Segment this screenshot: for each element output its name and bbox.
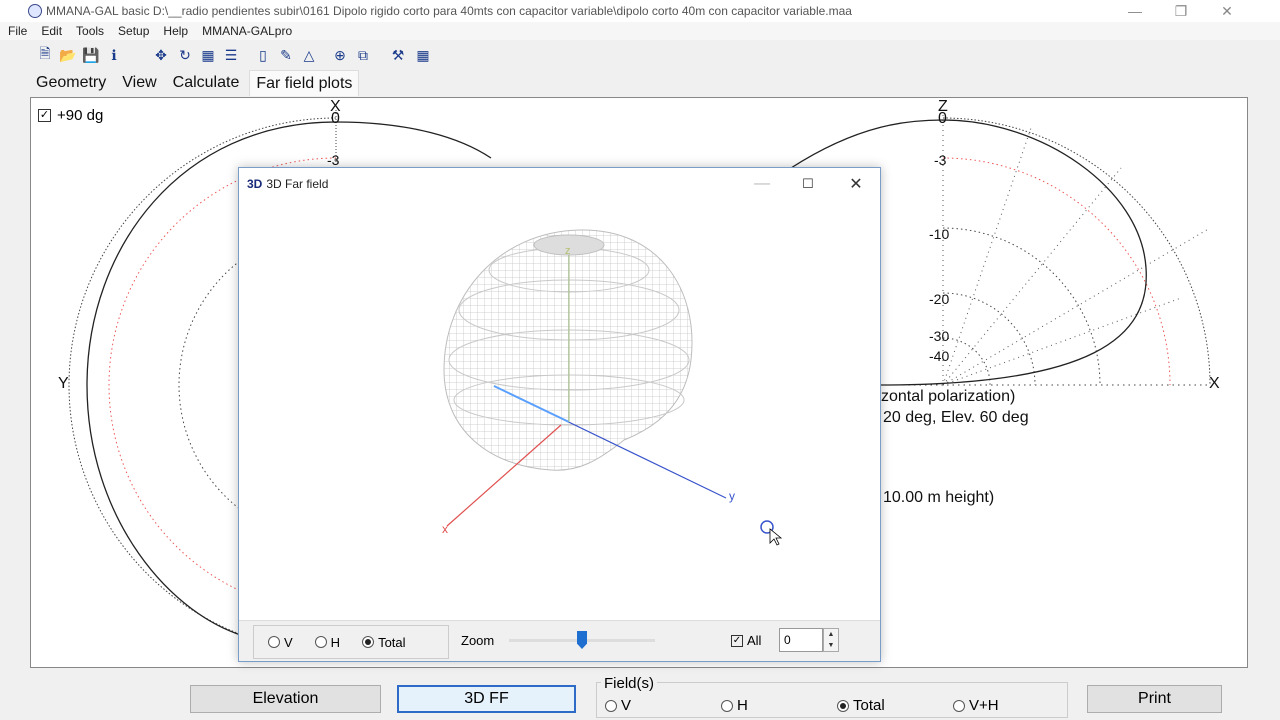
3d-far-field-dialog: 3D 3D Far field — ☐ ✕ x y z V H Total Zo… — [238, 167, 881, 662]
tab-calculate[interactable]: Calculate — [167, 70, 246, 96]
plus90-checkbox[interactable]: ✓ +90 dg — [38, 107, 103, 124]
zoom-label: Zoom — [461, 633, 495, 648]
menu-bar: File Edit Tools Setup Help MMANA-GALpro — [0, 22, 1280, 40]
dialog-minimize-icon[interactable]: — — [739, 168, 785, 200]
polarization-radio-group: V H Total — [253, 625, 449, 659]
segments-icon[interactable]: ☰ — [222, 46, 240, 64]
radio-v[interactable]: V — [268, 635, 293, 650]
height-text: 10.00 m height) — [883, 489, 995, 506]
radio-circle-icon[interactable] — [314, 636, 327, 648]
radio-circle-icon[interactable] — [953, 699, 965, 712]
copy-icon[interactable]: ⧉ — [354, 46, 372, 64]
resize-icon[interactable]: ▦ — [199, 46, 217, 64]
right-tick-label: -30 — [929, 328, 950, 344]
open-folder-icon[interactable]: 📂 — [59, 46, 77, 64]
tab-view[interactable]: View — [116, 70, 162, 96]
main-tabs: Geometry View Calculate Far field plots — [30, 70, 363, 96]
elevation-button[interactable]: Elevation — [190, 685, 381, 713]
field-radio-v[interactable]: V — [605, 697, 631, 714]
left-side-axis-label: Y — [58, 375, 69, 392]
3d-pattern-view: x y z — [442, 229, 783, 546]
field-vh-label: V+H — [969, 697, 999, 714]
radio-circle-icon[interactable] — [837, 699, 849, 712]
field-radio-vh[interactable]: V+H — [953, 697, 999, 714]
page-icon[interactable]: ▯ — [254, 46, 272, 64]
fields-legend: Field(s) — [601, 675, 658, 692]
toolbar: 🗎 📂 💾 ℹ ✥ ↻ ▦ ☰ ▯ ✎ △ ⊕ ⧉ ⚒ ▦ — [0, 44, 1280, 66]
minimize-icon[interactable]: — — [1112, 0, 1158, 22]
save-icon[interactable]: 💾 — [82, 46, 100, 64]
dialog-controls: V H Total Zoom ✓ All 0 ▲ ▼ — [239, 620, 880, 661]
right-side-axis-label: X — [1209, 375, 1220, 392]
menu-file[interactable]: File — [8, 24, 27, 38]
radio-circle-icon[interactable] — [268, 636, 280, 648]
checkbox-check-icon[interactable]: ✓ — [731, 634, 743, 647]
calculator-icon[interactable]: ▦ — [414, 46, 432, 64]
right-tick-label: -10 — [929, 226, 950, 242]
radiation-pattern-mesh — [443, 229, 693, 471]
menu-mmana-galpro[interactable]: MMANA-GALpro — [202, 24, 292, 38]
left-minus3-label: -3 — [327, 152, 340, 168]
field-total-label: Total — [853, 697, 885, 714]
checkbox-check-icon[interactable]: ✓ — [38, 109, 51, 122]
zoom-cursor-icon — [760, 520, 783, 546]
field-radio-total[interactable]: Total — [837, 697, 885, 714]
radio-v-label: V — [284, 634, 293, 650]
y-axis-label: y — [729, 489, 735, 503]
x-axis-label: x — [442, 522, 448, 536]
menu-setup[interactable]: Setup — [118, 24, 149, 38]
tab-geometry[interactable]: Geometry — [30, 70, 112, 96]
radio-h[interactable]: H — [314, 634, 341, 650]
dialog-close-icon[interactable]: ✕ — [833, 168, 879, 200]
move-icon[interactable]: ✥ — [152, 46, 170, 64]
radio-circle-icon[interactable] — [605, 699, 617, 712]
app-icon — [28, 4, 42, 18]
all-label: All — [747, 633, 762, 648]
3d-ff-button[interactable]: 3D FF — [397, 685, 576, 713]
window-title: MMANA-GAL basic D:\__radio pendientes su… — [46, 4, 852, 18]
zoom-slider-thumb[interactable] — [577, 631, 587, 649]
right-tick-label: -40 — [929, 348, 950, 364]
radio-total-label: Total — [378, 634, 406, 650]
right-tick-label: -3 — [934, 152, 947, 168]
dialog-maximize-icon[interactable]: ☐ — [785, 168, 831, 200]
new-file-icon[interactable]: 🗎 — [36, 45, 54, 64]
3d-badge-icon: 3D — [247, 177, 263, 191]
plus90-label: +90 dg — [57, 107, 104, 124]
right-zero-label: 0 — [938, 110, 947, 127]
menu-edit[interactable]: Edit — [41, 24, 62, 38]
all-checkbox[interactable]: ✓ All — [731, 633, 761, 648]
edit-icon[interactable]: ✎ — [277, 46, 295, 64]
triangle-icon[interactable]: △ — [300, 46, 318, 64]
radio-total[interactable]: Total — [362, 634, 406, 650]
angle-text: 20 deg, Elev. 60 deg — [883, 409, 1029, 426]
left-zero-label: 0 — [331, 110, 340, 127]
spin-updown-icon[interactable]: ▲ ▼ — [823, 628, 839, 652]
tools-icon[interactable]: ⚒ — [389, 46, 407, 64]
restore-icon[interactable]: ❐ — [1158, 0, 1204, 22]
z-axis-label: z — [565, 245, 571, 257]
print-button[interactable]: Print — [1087, 685, 1222, 713]
radio-circle-icon[interactable] — [721, 699, 733, 712]
field-radio-h[interactable]: H — [721, 697, 748, 714]
rotate-icon[interactable]: ↻ — [176, 46, 194, 64]
title-bar: MMANA-GAL basic D:\__radio pendientes su… — [0, 0, 1280, 22]
field-v-label: V — [621, 697, 632, 714]
menu-tools[interactable]: Tools — [76, 24, 104, 38]
zoom-slider[interactable] — [509, 631, 655, 649]
right-tick-label: -20 — [929, 291, 950, 307]
frame-spin-input[interactable]: 0 — [779, 628, 823, 652]
radio-h-label: H — [330, 634, 341, 650]
tab-far-field-plots[interactable]: Far field plots — [249, 70, 360, 96]
info-icon[interactable]: ℹ — [105, 46, 123, 64]
menu-help[interactable]: Help — [163, 24, 188, 38]
close-icon[interactable]: ✕ — [1204, 0, 1250, 22]
polarization-text: zontal polarization) — [881, 388, 1016, 405]
dialog-title: 3D Far field — [266, 177, 329, 191]
fields-group: Field(s) V H Total V+H — [596, 675, 1068, 718]
target-icon[interactable]: ⊕ — [331, 46, 349, 64]
radio-circle-icon[interactable] — [362, 636, 375, 648]
field-h-label: H — [737, 697, 748, 714]
